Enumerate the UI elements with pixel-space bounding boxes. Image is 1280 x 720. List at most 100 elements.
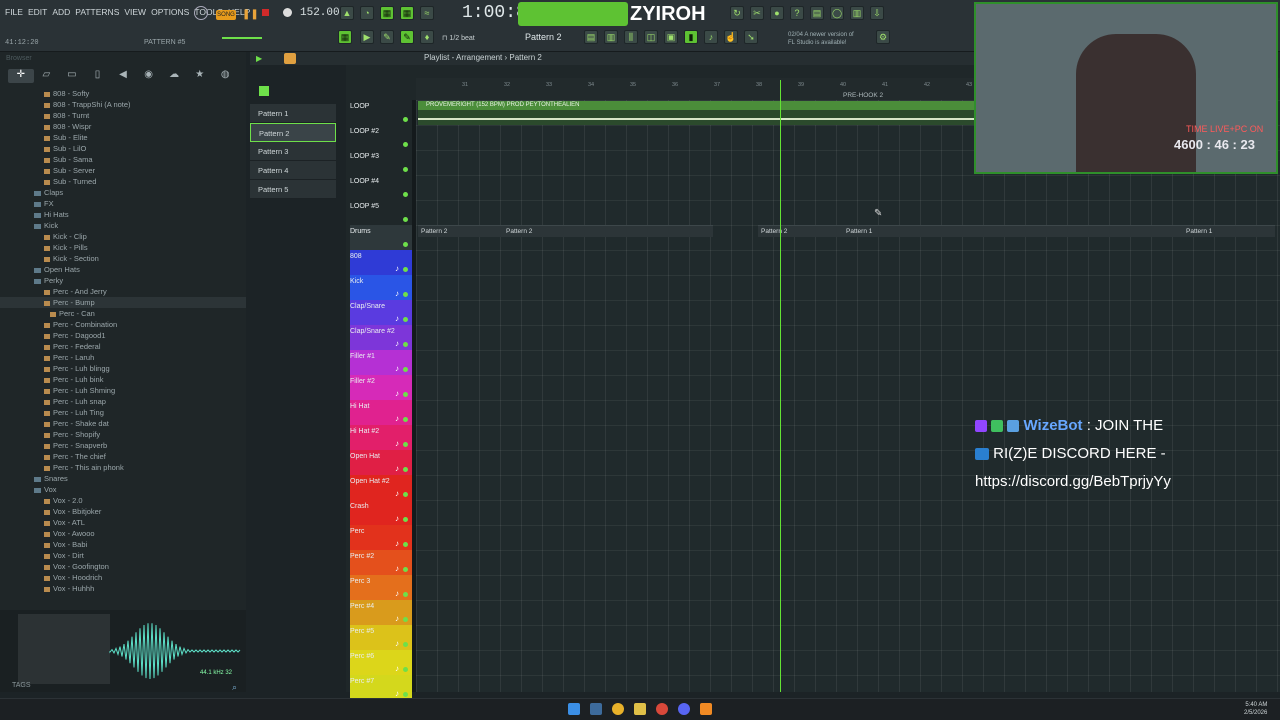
song-mode-toggle[interactable]: SONG [216,10,236,20]
snap-selector[interactable]: ⊓ 1/2 beat [442,34,475,42]
browser-database-icon[interactable]: ◉ [136,69,162,83]
track-header[interactable]: Perc #4 ♪ [350,600,412,625]
track-enable-icon[interactable] [403,292,408,297]
track-enable-icon[interactable] [403,342,408,347]
browser-folder[interactable]: Hi Hats [0,209,246,220]
track-header[interactable]: Clap/Snare #2 ♪ [350,325,412,350]
track-header[interactable]: Filler #2 ♪ [350,375,412,400]
download-icon[interactable]: ⇩ [870,6,884,20]
browser-folder[interactable]: Perky [0,275,246,286]
browser-file[interactable]: Sub - Turned [0,176,246,187]
menu-options[interactable]: OPTIONS [151,7,189,17]
chrome-2-icon[interactable] [656,703,668,715]
pattern-list-item[interactable]: Pattern 1 [250,104,336,123]
browser-file[interactable]: Perc - This ain phonk [0,462,246,473]
search-icon[interactable]: ⌕ [232,682,237,693]
browser-file[interactable]: Kick - Clip [0,231,246,242]
browser-file[interactable]: Perc - Shake dat [0,418,246,429]
play-pattern-icon[interactable]: ▶ [360,30,374,44]
windows-start-icon[interactable] [568,703,580,715]
audio-clip-loop[interactable]: PROVEMERIGHT (152 BPM) PROD PEYTONTHEALI… [418,101,974,125]
stamp-icon[interactable]: ♦ [420,30,434,44]
cut-icon[interactable]: ✂ [750,6,764,20]
browser-file[interactable]: Vox - ATL [0,517,246,528]
marker-label[interactable]: PRE-HOOK 2 [843,92,883,99]
track-enable-icon[interactable] [403,517,408,522]
tempo-icon[interactable]: ♪ [704,30,718,44]
track-enable-icon[interactable] [403,592,408,597]
pattern-picker-icon[interactable] [259,86,269,96]
playhead[interactable] [780,80,781,692]
chat-icon[interactable]: ◯ [830,6,844,20]
brush-icon[interactable]: ✎ [380,30,394,44]
browser-file[interactable]: Perc - Shopify [0,429,246,440]
browser-file[interactable]: Perc - Federal [0,341,246,352]
track-header[interactable]: LOOP #5 [350,200,412,225]
midi-icon[interactable]: ≈ [420,6,434,20]
track-header[interactable]: LOOP #3 [350,150,412,175]
browser-file[interactable]: 808 - TrappShi (A note) [0,99,246,110]
arrow-icon[interactable]: ➘ [744,30,758,44]
track-header[interactable]: Perc #2 ♪ [350,550,412,575]
track-header[interactable]: Perc ♪ [350,525,412,550]
track-enable-icon[interactable] [403,192,408,197]
browser-folder[interactable]: Claps [0,187,246,198]
track-enable-icon[interactable] [403,467,408,472]
track-enable-icon[interactable] [403,117,408,122]
record-button[interactable] [283,8,292,17]
pattern-list-item[interactable]: Pattern 2 [250,123,336,142]
menu-file[interactable]: FILE [5,7,23,17]
track-header[interactable]: Drums [350,225,412,250]
track-enable-icon[interactable] [403,167,408,172]
stop-button[interactable] [262,9,269,16]
browser-file[interactable]: Perc - Luh snap [0,396,246,407]
track-header[interactable]: 808 ♪ [350,250,412,275]
browser-file[interactable]: 808 - Turnt [0,110,246,121]
track-enable-icon[interactable] [403,617,408,622]
browser-current-project-icon[interactable]: ▱ [34,69,60,83]
menu-edit[interactable]: EDIT [28,7,47,17]
track-header[interactable]: LOOP #4 [350,175,412,200]
browser-file[interactable]: Vox - Bbitjoker [0,506,246,517]
track-enable-icon[interactable] [403,242,408,247]
track-header[interactable]: Perc 3 ♪ [350,575,412,600]
browser-file[interactable]: Sub - Server [0,165,246,176]
browser-folder[interactable]: Vox [0,484,246,495]
browser-file[interactable]: Vox - Awooo [0,528,246,539]
track-enable-icon[interactable] [403,667,408,672]
track-header[interactable]: LOOP [350,100,412,125]
piano-roll-icon[interactable]: ▥ [604,30,618,44]
browser-file[interactable]: Kick - Section [0,253,246,264]
tags-label[interactable]: TAGS [12,682,31,689]
browser-file[interactable]: Perc - Bump [0,297,246,308]
browser-file[interactable]: Vox - Hoodrich [0,572,246,583]
browser-file[interactable]: Sub - Sama [0,154,246,165]
playlist-grid[interactable] [416,100,1280,692]
mic-icon[interactable]: ● [770,6,784,20]
browser-samples-icon[interactable]: ◀ [110,69,136,83]
track-header[interactable]: Perc #7 ♪ [350,675,412,700]
channel-rack-icon[interactable]: ▤ [584,30,598,44]
pattern-clip[interactable]: Pattern 2 [503,225,713,237]
cpu-icon[interactable]: ▤ [810,6,824,20]
browser-file[interactable]: Perc - Luh bink [0,374,246,385]
track-enable-icon[interactable] [403,492,408,497]
browser-file[interactable]: Vox - Babi [0,539,246,550]
track-enable-icon[interactable] [403,217,408,222]
browser-file[interactable]: Vox - Goofington [0,561,246,572]
browser-folder[interactable]: Snares [0,473,246,484]
mixer-icon[interactable]: ⫼ [624,30,638,44]
track-header[interactable]: Perc #5 ♪ [350,625,412,650]
system-clock[interactable]: 5:40 AM 2/5/2026 [1244,701,1267,717]
track-enable-icon[interactable] [403,417,408,422]
menu-view[interactable]: VIEW [124,7,146,17]
browser-all-icon[interactable]: ✛ [8,69,34,83]
browser-file[interactable]: Perc - Combination [0,319,246,330]
playlist-menu-icon[interactable]: ▶ [256,54,262,63]
browser-recent-icon[interactable]: ▭ [59,69,85,83]
pause-button[interactable]: ❚❚ [242,9,259,20]
track-enable-icon[interactable] [403,442,408,447]
master-volume-slider[interactable] [222,37,262,39]
explorer-icon[interactable] [634,703,646,715]
browser-file[interactable]: Sub - Elite [0,132,246,143]
